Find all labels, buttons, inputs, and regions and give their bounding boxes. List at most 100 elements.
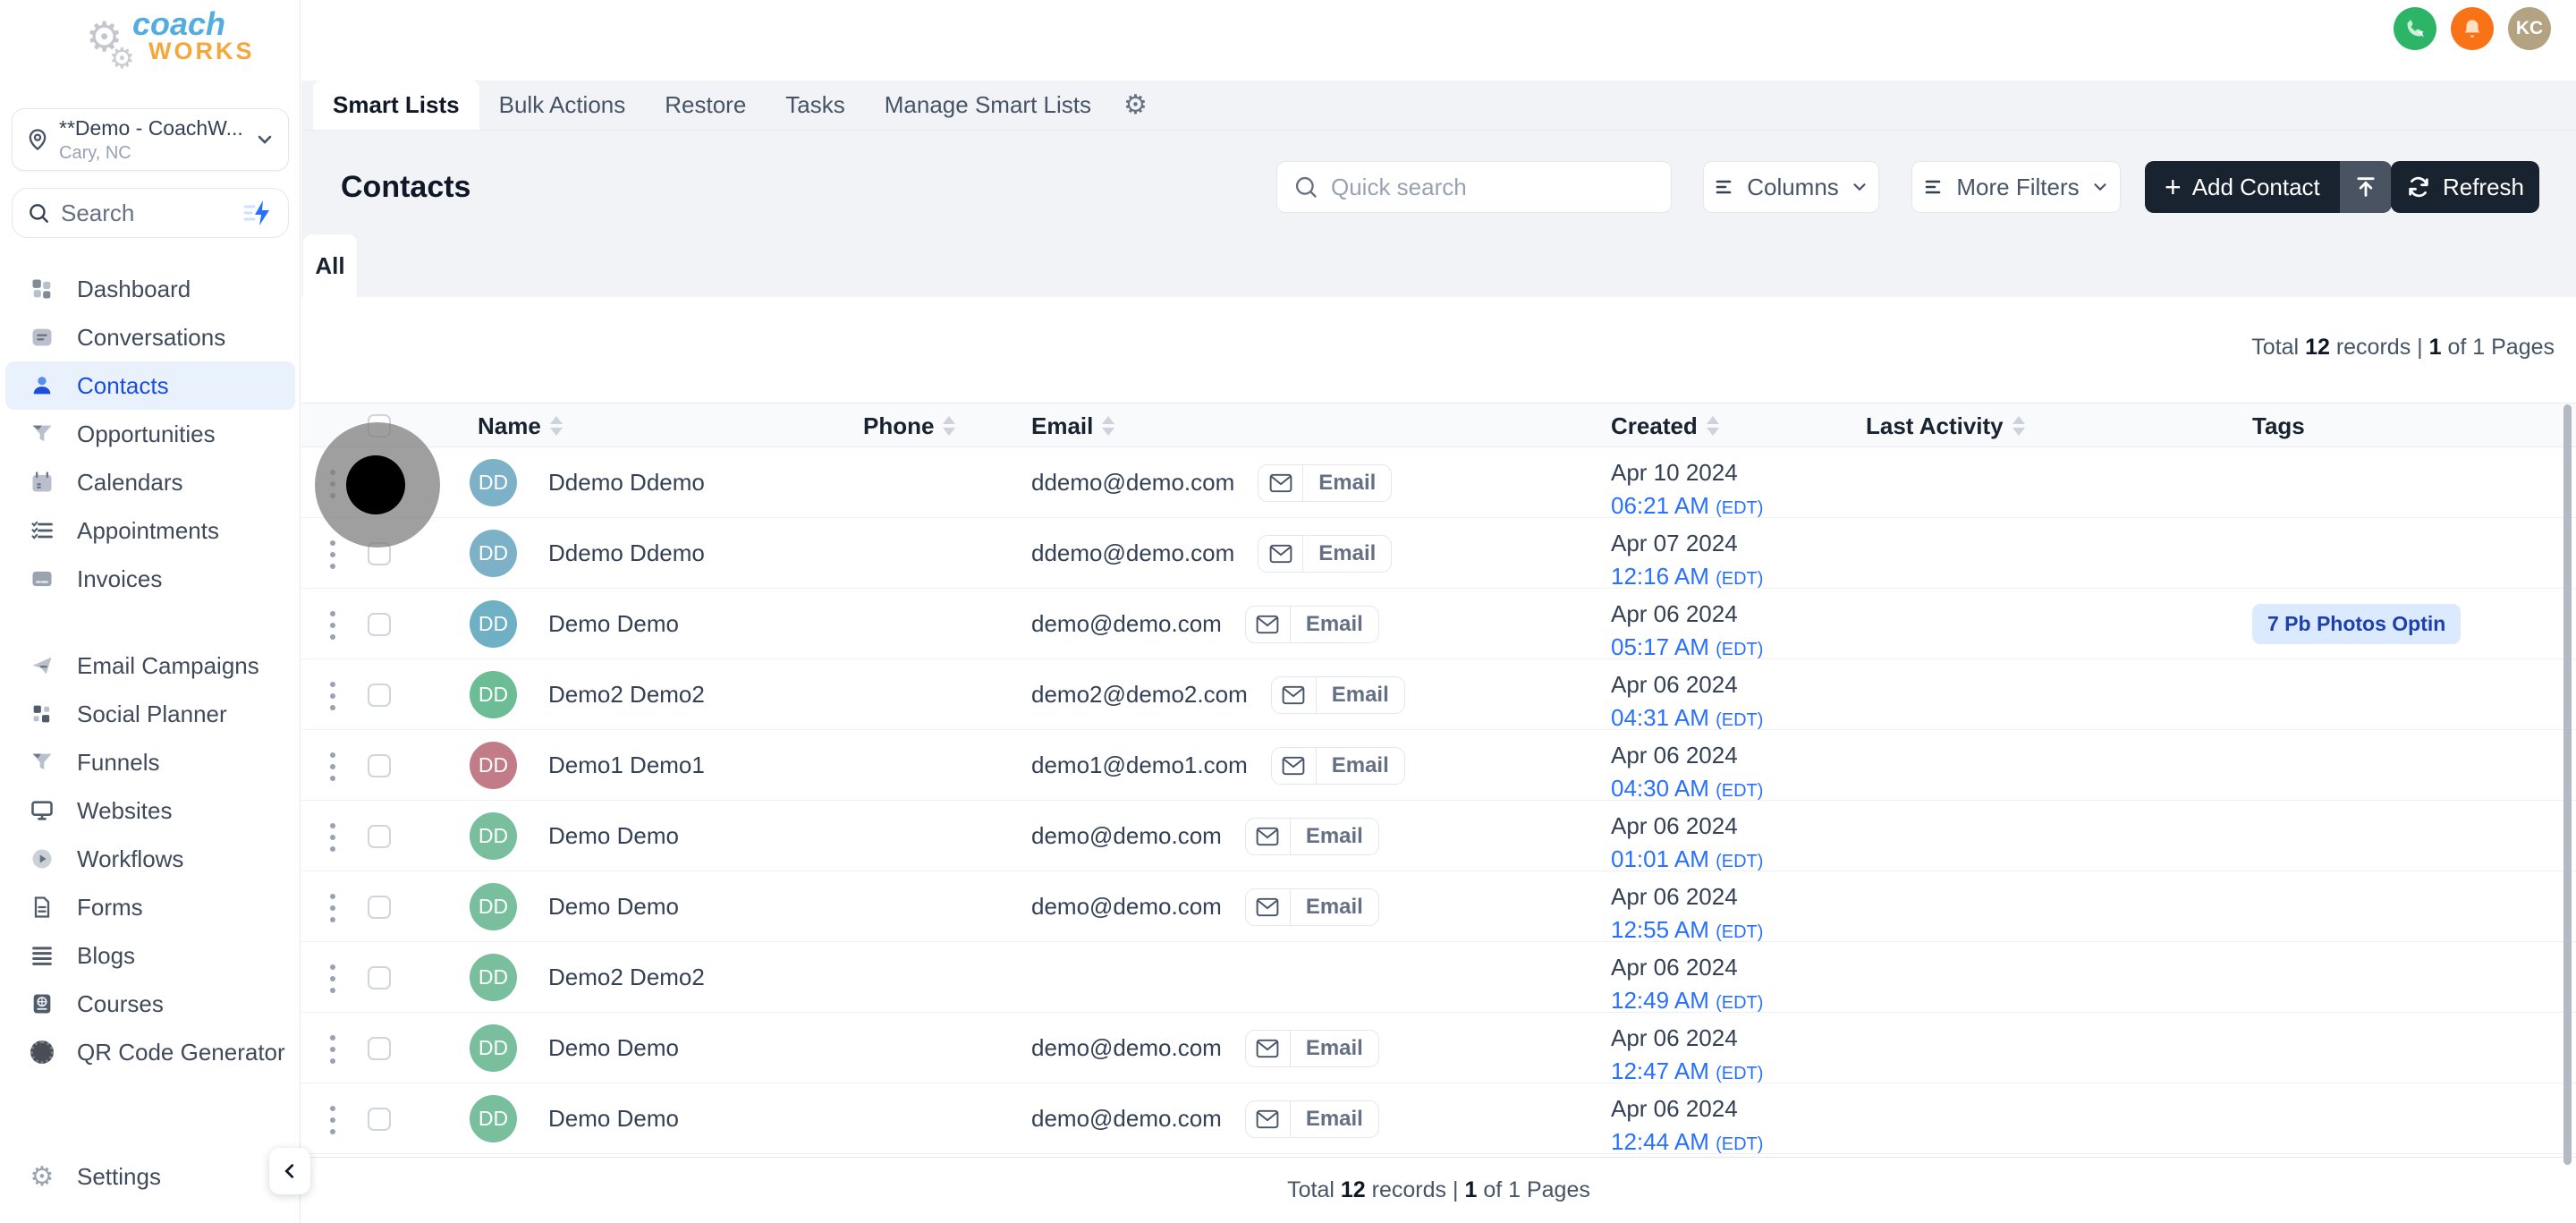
add-contact-button[interactable]: + Add Contact bbox=[2145, 161, 2340, 213]
column-header-tags[interactable]: Tags bbox=[2252, 403, 2305, 448]
sort-icon[interactable] bbox=[943, 416, 955, 436]
tab-tasks[interactable]: Tasks bbox=[766, 81, 864, 130]
row-checkbox[interactable] bbox=[368, 896, 391, 919]
contact-name[interactable]: Demo Demo bbox=[548, 589, 679, 659]
row-menu-kebab-icon[interactable] bbox=[326, 961, 339, 997]
contact-name[interactable]: Demo2 Demo2 bbox=[548, 942, 705, 1013]
row-checkbox[interactable] bbox=[368, 754, 391, 777]
row-menu-kebab-icon[interactable] bbox=[326, 820, 339, 855]
contact-name[interactable]: Ddemo Ddemo bbox=[548, 518, 705, 589]
more-filters-button[interactable]: More Filters bbox=[1911, 161, 2121, 213]
columns-button[interactable]: Columns bbox=[1703, 161, 1879, 213]
sidebar-item-calendars[interactable]: Calendars bbox=[5, 458, 295, 506]
contact-name[interactable]: Demo Demo bbox=[548, 801, 679, 871]
row-checkbox[interactable] bbox=[368, 966, 391, 989]
contact-name[interactable]: Demo2 Demo2 bbox=[548, 659, 705, 730]
row-menu-kebab-icon[interactable] bbox=[326, 1102, 339, 1138]
sort-icon[interactable] bbox=[1102, 416, 1114, 436]
phone-button[interactable] bbox=[2394, 7, 2436, 50]
contact-name[interactable]: Demo Demo bbox=[548, 1083, 679, 1154]
smart-lists-settings-gear-icon[interactable]: ⚙ bbox=[1111, 81, 1160, 130]
sort-icon[interactable] bbox=[1707, 416, 1719, 436]
tab-bulk-actions[interactable]: Bulk Actions bbox=[479, 81, 646, 130]
vertical-scrollbar[interactable] bbox=[2563, 404, 2572, 1165]
created-cell: Apr 06 2024 05:17 AM (EDT) bbox=[1611, 600, 1763, 661]
import-contacts-button[interactable] bbox=[2340, 161, 2392, 213]
quick-actions-bolt-icon[interactable] bbox=[243, 200, 274, 226]
envelope-icon bbox=[1246, 1101, 1291, 1137]
monitor-icon bbox=[29, 797, 55, 824]
refresh-button[interactable]: Refresh bbox=[2391, 161, 2539, 213]
row-checkbox[interactable] bbox=[368, 1037, 391, 1060]
location-switcher[interactable]: **Demo - CoachW... Cary, NC bbox=[12, 108, 289, 171]
row-checkbox[interactable] bbox=[368, 825, 391, 848]
sidebar-collapse-button[interactable] bbox=[269, 1148, 310, 1194]
contact-name[interactable]: Demo Demo bbox=[548, 1013, 679, 1083]
email-button[interactable]: Email bbox=[1245, 818, 1379, 855]
sidebar-item-funnels[interactable]: Funnels bbox=[5, 738, 295, 786]
contact-name[interactable]: Ddemo Ddemo bbox=[548, 447, 705, 518]
email-button[interactable]: Email bbox=[1245, 1100, 1379, 1138]
sidebar-item-blogs[interactable]: Blogs bbox=[5, 931, 295, 980]
column-header-email[interactable]: Email bbox=[1031, 403, 1114, 448]
sidebar-item-workflows[interactable]: Workflows bbox=[5, 835, 295, 883]
column-header-name[interactable]: Name bbox=[478, 403, 563, 448]
sidebar-search[interactable] bbox=[12, 188, 289, 238]
tag-chip[interactable]: 7 Pb Photos Optin bbox=[2252, 604, 2461, 644]
avatar: DD bbox=[470, 883, 517, 930]
email-button[interactable]: Email bbox=[1271, 747, 1405, 785]
column-header-phone[interactable]: Phone bbox=[863, 403, 955, 448]
tab-restore[interactable]: Restore bbox=[645, 81, 766, 130]
blogs-icon bbox=[29, 942, 55, 969]
row-menu-kebab-icon[interactable] bbox=[326, 890, 339, 926]
notifications-button[interactable] bbox=[2451, 7, 2494, 50]
tab-smart-lists[interactable]: Smart Lists bbox=[313, 81, 479, 130]
sort-icon[interactable] bbox=[550, 416, 563, 436]
avatar-initials: KC bbox=[2516, 18, 2543, 39]
sidebar-item-label: Social Planner bbox=[77, 701, 227, 728]
row-checkbox[interactable] bbox=[368, 613, 391, 636]
row-menu-kebab-icon[interactable] bbox=[326, 749, 339, 785]
sidebar-item-dashboard[interactable]: Dashboard bbox=[5, 265, 295, 313]
sidebar-item-label: Workflows bbox=[77, 845, 183, 873]
row-menu-kebab-icon[interactable] bbox=[326, 1032, 339, 1067]
row-checkbox[interactable] bbox=[368, 1108, 391, 1131]
email-button[interactable]: Email bbox=[1245, 1030, 1379, 1067]
row-menu-kebab-icon[interactable] bbox=[326, 537, 339, 573]
contact-name[interactable]: Demo1 Demo1 bbox=[548, 730, 705, 801]
contact-name[interactable]: Demo Demo bbox=[548, 871, 679, 942]
contact-email: demo@demo.com bbox=[1031, 1034, 1222, 1062]
sidebar-item-social-planner[interactable]: Social Planner bbox=[5, 690, 295, 738]
quick-search-input[interactable] bbox=[1331, 174, 1655, 201]
sidebar-item-contacts[interactable]: Contacts bbox=[5, 361, 295, 410]
sidebar-search-input[interactable] bbox=[61, 200, 233, 227]
sidebar-item-qr-code-generator[interactable]: QR Code Generator bbox=[5, 1028, 295, 1076]
sidebar-item-invoices[interactable]: Invoices bbox=[5, 555, 295, 603]
sidebar-item-websites[interactable]: Websites bbox=[5, 786, 295, 835]
email-button[interactable]: Email bbox=[1258, 535, 1392, 573]
column-header-created[interactable]: Created bbox=[1611, 403, 1719, 448]
row-checkbox[interactable] bbox=[368, 684, 391, 707]
row-menu-kebab-icon[interactable] bbox=[326, 607, 339, 643]
email-button[interactable]: Email bbox=[1258, 464, 1392, 502]
sidebar-item-settings[interactable]: ⚙ Settings bbox=[5, 1152, 229, 1201]
email-button[interactable]: Email bbox=[1245, 888, 1379, 926]
avatar: DD bbox=[470, 954, 517, 1001]
column-header-last-activity[interactable]: Last Activity bbox=[1866, 403, 2025, 448]
sidebar-item-conversations[interactable]: Conversations bbox=[5, 313, 295, 361]
row-menu-kebab-icon[interactable] bbox=[326, 678, 339, 714]
email-button[interactable]: Email bbox=[1271, 676, 1405, 714]
sidebar-item-courses[interactable]: Courses bbox=[5, 980, 295, 1028]
sidebar-item-forms[interactable]: Forms bbox=[5, 883, 295, 931]
smart-list-tab-all[interactable]: All bbox=[303, 234, 357, 297]
page-title: Contacts bbox=[341, 170, 470, 205]
user-avatar[interactable]: KC bbox=[2508, 7, 2551, 50]
email-button[interactable]: Email bbox=[1245, 606, 1379, 643]
quick-search[interactable] bbox=[1276, 161, 1672, 213]
sidebar-item-appointments[interactable]: Appointments bbox=[5, 506, 295, 555]
sort-icon[interactable] bbox=[2012, 416, 2025, 436]
sidebar-item-opportunities[interactable]: Opportunities bbox=[5, 410, 295, 458]
created-cell: Apr 06 2024 04:31 AM (EDT) bbox=[1611, 671, 1763, 732]
tab-manage-smart-lists[interactable]: Manage Smart Lists bbox=[865, 81, 1111, 130]
sidebar-item-email-campaigns[interactable]: Email Campaigns bbox=[5, 641, 295, 690]
